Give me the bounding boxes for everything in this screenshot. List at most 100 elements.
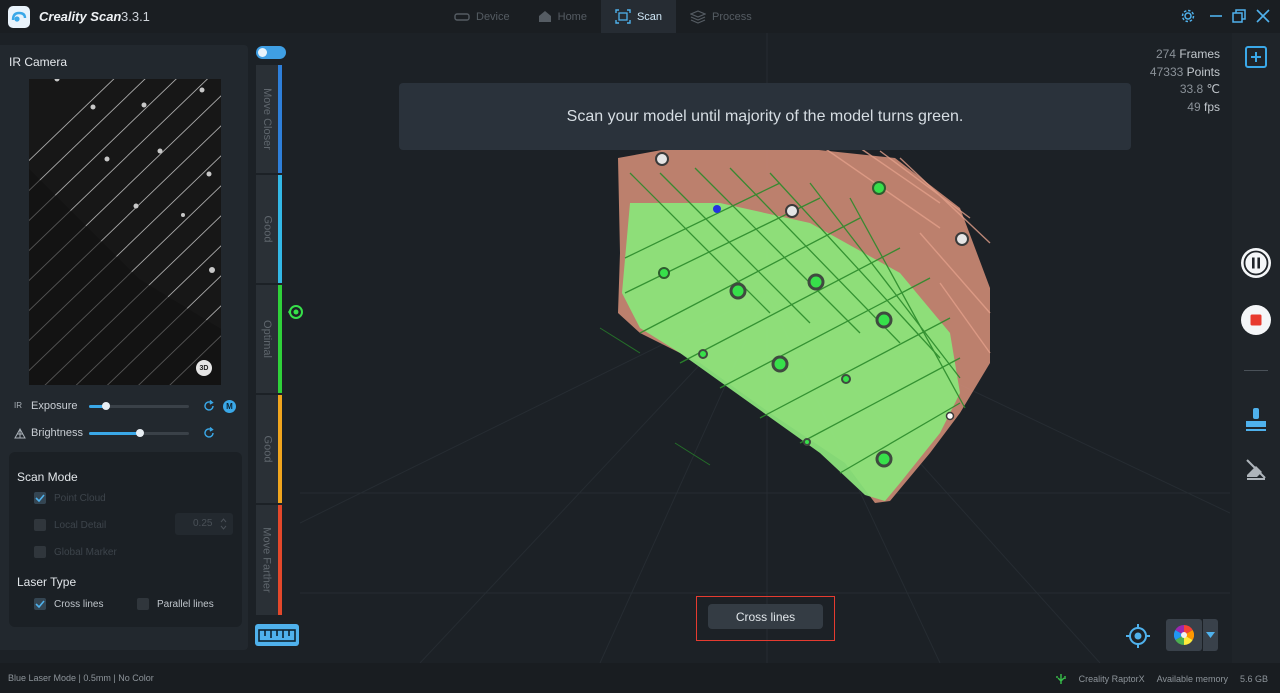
frames-unit: Frames xyxy=(1179,47,1220,61)
temperature-unit: ℃ xyxy=(1206,82,1220,96)
distance-label-move-closer: Move Closer xyxy=(261,88,273,150)
tab-scan-label: Scan xyxy=(636,10,663,23)
stop-icon[interactable] xyxy=(1240,304,1272,336)
device-name: Creality RaptorX xyxy=(1078,674,1145,684)
point-cloud-checkbox[interactable] xyxy=(34,492,46,504)
process-icon xyxy=(690,9,707,24)
cross-lines-label: Cross lines xyxy=(54,598,104,610)
parallel-lines-label: Parallel lines xyxy=(157,598,214,610)
local-detail-label: Local Detail xyxy=(54,519,107,531)
distance-bar: Move Closer Good Optimal Good Move Farth… xyxy=(256,65,282,615)
frames-value: 274 xyxy=(1155,47,1176,61)
scan-icon xyxy=(615,9,631,24)
device-icon xyxy=(454,12,470,21)
main-nav: Device Home Scan Process xyxy=(440,0,766,33)
color-mode-button[interactable] xyxy=(1166,619,1202,651)
distance-toggle[interactable] xyxy=(256,46,286,59)
memory-label: Available memory xyxy=(1156,674,1228,684)
target-icon[interactable] xyxy=(1124,622,1152,650)
distance-label-good-far: Good xyxy=(261,435,274,463)
camera-title: IR Camera xyxy=(9,55,68,69)
app-name: Creality Scan xyxy=(39,9,122,24)
scan-mode-title: Scan Mode xyxy=(17,470,78,484)
distance-segment-good-near: Good xyxy=(256,175,282,283)
chevron-down-icon xyxy=(1206,632,1215,638)
minimize-icon[interactable] xyxy=(1208,8,1224,24)
local-detail-value: 0.25 xyxy=(193,518,213,529)
right-toolbar xyxy=(1232,33,1280,663)
tab-home-label: Home xyxy=(557,10,587,23)
brightness-slider-fill xyxy=(89,432,140,435)
eraser-off-icon[interactable] xyxy=(1244,457,1268,481)
option-parallel-lines[interactable]: Parallel lines xyxy=(137,597,214,611)
option-point-cloud[interactable]: Point Cloud xyxy=(34,491,106,505)
restore-icon[interactable] xyxy=(1231,8,1247,24)
parallel-lines-checkbox[interactable] xyxy=(137,598,149,610)
3d-view-badge[interactable]: 3D xyxy=(196,360,212,376)
title-bar: Creality Scan 3.3.1 Device Home Scan Pro… xyxy=(0,0,1280,33)
close-icon[interactable] xyxy=(1255,8,1271,24)
ir-camera-image xyxy=(29,79,221,385)
points-value: 47333 xyxy=(1149,64,1184,79)
option-global-marker[interactable]: Global Marker xyxy=(34,545,117,559)
cross-lines-checkbox[interactable] xyxy=(34,598,46,610)
gear-icon[interactable] xyxy=(1180,8,1196,24)
color-mode-dropdown[interactable] xyxy=(1203,619,1218,651)
exposure-reset-icon[interactable] xyxy=(203,400,215,412)
distance-segment-move-farther: Move Farther xyxy=(256,505,282,615)
brightness-reset-icon[interactable] xyxy=(203,427,215,439)
ruler-icon[interactable] xyxy=(255,624,299,646)
scan-settings-panel: Scan Mode Point Cloud Local Detail 0.25 … xyxy=(9,452,242,627)
status-mode-info: Blue Laser Mode | 0.5mm | No Color xyxy=(8,673,154,683)
stepper-arrows-icon[interactable] xyxy=(220,518,227,530)
status-right: Creality RaptorX Available memory 5.6 GB xyxy=(1055,673,1268,685)
distance-label-move-farther: Move Farther xyxy=(261,527,274,593)
fps-value: 49 xyxy=(1187,99,1201,114)
tab-process[interactable]: Process xyxy=(676,0,766,33)
option-cross-lines[interactable]: Cross lines xyxy=(34,597,103,611)
fps-stat: 49 fps xyxy=(1150,99,1220,117)
manual-mode-badge[interactable]: M xyxy=(223,400,236,413)
points-stat: 47333 Points xyxy=(1150,64,1220,82)
laser-type-button[interactable]: Cross lines xyxy=(708,604,823,629)
global-marker-checkbox[interactable] xyxy=(34,546,46,558)
exposure-slider[interactable] xyxy=(89,402,189,410)
app-version: 3.3.1 xyxy=(121,9,150,24)
left-panel: IR Camera 3D IR Exposure M Brightness Sc… xyxy=(0,45,248,650)
laser-type-title: Laser Type xyxy=(17,575,77,589)
points-unit: Points xyxy=(1186,64,1220,79)
brightness-slider-knob[interactable] xyxy=(136,429,144,437)
usb-icon xyxy=(1055,674,1066,684)
tab-device[interactable]: Device xyxy=(440,0,524,33)
scan-stats: 274 Frames 47333 Points 33.8 ℃ 49 fps xyxy=(1150,46,1220,116)
brightness-slider[interactable] xyxy=(89,429,189,437)
tab-scan[interactable]: Scan xyxy=(600,0,677,33)
fps-unit: fps xyxy=(1203,99,1220,114)
local-detail-checkbox[interactable] xyxy=(34,519,46,531)
add-square-icon[interactable] xyxy=(1244,45,1268,69)
distance-toggle-knob xyxy=(258,48,267,57)
global-marker-label: Global Marker xyxy=(54,546,117,558)
option-local-detail[interactable]: Local Detail xyxy=(34,518,106,532)
toolbar-divider xyxy=(1244,370,1268,371)
brightness-label: Brightness xyxy=(31,427,83,439)
point-cloud-label: Point Cloud xyxy=(54,492,106,504)
temperature-value: 33.8 xyxy=(1179,82,1204,96)
tab-process-label: Process xyxy=(712,10,752,23)
app-logo-icon xyxy=(8,6,30,28)
tab-home[interactable]: Home xyxy=(524,0,601,33)
ir-camera-view: 3D xyxy=(29,79,221,385)
scan-hint-banner: Scan your model until majority of the mo… xyxy=(399,83,1131,150)
frames-stat: 274 Frames xyxy=(1150,46,1220,64)
brush-icon[interactable] xyxy=(1244,407,1268,433)
pause-icon[interactable] xyxy=(1240,247,1272,279)
status-bar: Blue Laser Mode | 0.5mm | No Color Creal… xyxy=(0,663,1280,693)
memory-value: 5.6 GB xyxy=(1239,674,1268,684)
exposure-slider-knob[interactable] xyxy=(102,402,110,410)
ir-label: IR xyxy=(14,401,22,410)
brightness-icon xyxy=(14,428,26,439)
tab-device-label: Device xyxy=(476,10,510,23)
home-icon xyxy=(538,11,551,22)
distance-label-good-near: Good xyxy=(261,215,274,243)
local-detail-stepper[interactable]: 0.25 xyxy=(175,513,233,535)
